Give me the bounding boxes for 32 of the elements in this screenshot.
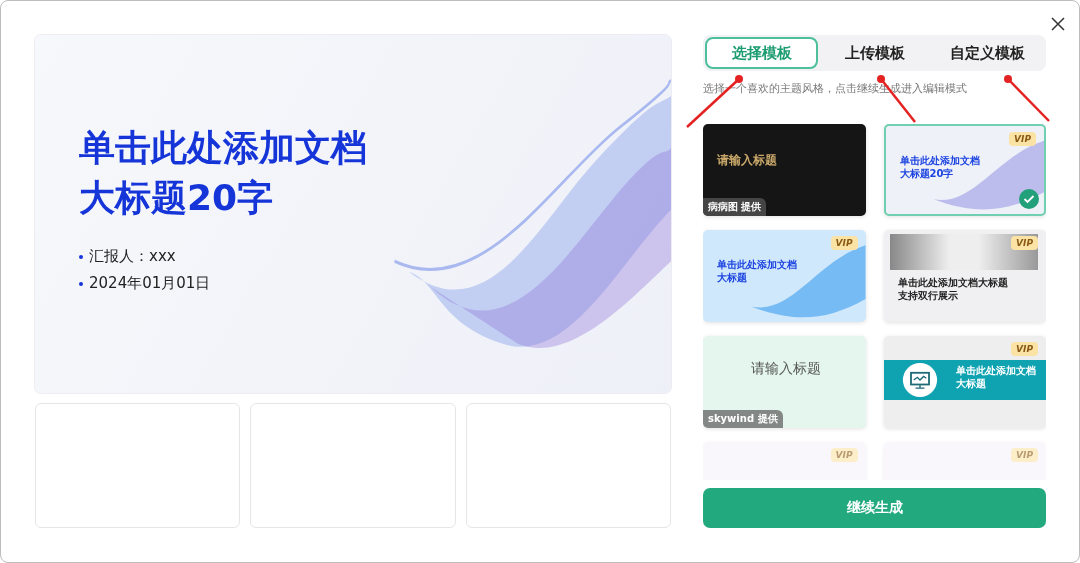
slide-bullet: 2024年01月01日	[79, 274, 671, 293]
template-title: 请输入标题	[751, 362, 821, 375]
tab[interactable]: 自定义模板	[931, 37, 1044, 69]
slide-slot[interactable]	[465, 403, 671, 528]
vip-badge: VIP	[1009, 132, 1036, 146]
slide-slot[interactable]	[250, 403, 456, 528]
vip-badge: VIP	[1011, 448, 1038, 462]
template-title: 单击此处添加文档 大标题	[717, 258, 797, 284]
check-icon	[1019, 189, 1039, 209]
tab[interactable]: 选择模板	[705, 37, 818, 69]
vip-badge: VIP	[830, 236, 858, 250]
provider-label: 病病图 提供	[703, 198, 767, 216]
template-card[interactable]: 请输入标题 病病图 提供	[703, 124, 866, 216]
vip-badge: VIP	[830, 448, 858, 462]
template-card[interactable]: 单击此处添加文档 大标题20字 VIP	[883, 124, 1046, 216]
slide-title: 单击此处添加文档 大标题20字	[79, 126, 368, 220]
template-title: 单击此处添加文档 大标题	[955, 364, 1036, 390]
template-card[interactable]: 请输入标题 skywind 提供	[703, 336, 866, 428]
template-title: 单击此处添加文档 大标题20字	[899, 154, 980, 180]
slide-bullet: 汇报人：xxx	[79, 247, 671, 266]
vip-badge: VIP	[1011, 236, 1038, 250]
slide-slot[interactable]	[35, 403, 241, 528]
annotation-arrow	[1004, 75, 1050, 122]
template-title: 单击此处添加文档大标题 支持双行展示	[897, 276, 1008, 302]
template-card[interactable]: 单击此处添加文档大标题 支持双行展示 VIP	[883, 230, 1046, 322]
close-icon[interactable]	[1051, 17, 1065, 31]
tab[interactable]: 上传模板	[818, 37, 931, 69]
vip-badge: VIP	[1011, 342, 1038, 356]
template-title: 请输入标题	[717, 154, 777, 167]
template-card[interactable]: 单击此处添加文档 大标题 VIP	[883, 336, 1046, 428]
monitor-icon	[901, 362, 938, 398]
provider-label: skywind 提供	[703, 410, 783, 428]
